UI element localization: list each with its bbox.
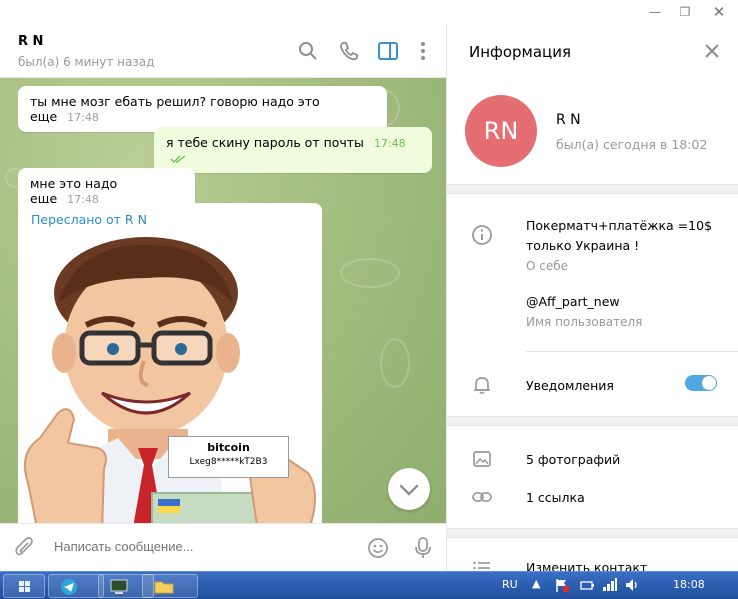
message-outgoing[interactable]: я тебе скину пароль от почты 17:48 xyxy=(154,127,432,173)
language-indicator[interactable]: RU xyxy=(502,578,518,591)
about-text-line2: только Украина ! xyxy=(526,238,640,253)
restore-icon[interactable]: ❐ xyxy=(670,0,700,24)
background-doodle xyxy=(340,258,400,288)
close-window-icon[interactable]: ✕ xyxy=(704,0,734,24)
message-time: 17:48 xyxy=(67,111,99,124)
windows-taskbar: RU ▲ 18:08 xyxy=(0,571,738,599)
message-input[interactable] xyxy=(54,539,334,554)
bell-icon xyxy=(474,377,490,395)
info-icon xyxy=(472,225,492,245)
links-link[interactable]: 1 ссылка xyxy=(526,490,585,505)
chat-area[interactable]: ты мне мозг ебать решил? говорю надо это… xyxy=(0,78,446,523)
show-hidden-icons-icon[interactable]: ▲ xyxy=(532,577,540,590)
chat-title[interactable]: R N xyxy=(18,34,43,49)
forwarded-message[interactable]: Переслано от R N bitcoin Lxeg8*****kT2B3 xyxy=(18,203,322,523)
microphone-icon[interactable] xyxy=(413,536,433,560)
background-doodle xyxy=(380,338,410,388)
notifications-label: Уведомления xyxy=(526,378,614,393)
about-text-line1: Покерматч+платёжка =10$ xyxy=(526,218,713,233)
section-separator xyxy=(447,184,738,194)
taskbar-explorer[interactable] xyxy=(142,574,198,598)
sign-text: Lxeg8*****kT2B3 xyxy=(189,457,268,467)
message-text: я тебе скину пароль от почты xyxy=(166,135,364,150)
more-options-icon[interactable] xyxy=(412,40,434,62)
power-icon[interactable] xyxy=(579,577,595,593)
start-button[interactable] xyxy=(3,574,45,598)
info-title: Информация xyxy=(469,43,572,61)
cartoon-man-sticker xyxy=(24,237,316,523)
sign-title: bitcoin xyxy=(207,441,250,454)
notifications-toggle[interactable] xyxy=(685,375,717,391)
toggle-knob xyxy=(702,376,716,390)
telegram-icon xyxy=(61,579,77,595)
compose-bar xyxy=(0,523,446,571)
profile-status: был(а) сегодня в 18:02 xyxy=(556,137,708,152)
username-label: Имя пользователя xyxy=(526,315,643,329)
phone-icon[interactable] xyxy=(338,40,360,62)
minimize-icon[interactable]: — xyxy=(640,0,670,24)
volume-icon[interactable] xyxy=(624,577,640,593)
chat-header: R N был(а) 6 минут назад xyxy=(0,24,446,78)
read-checkmarks-icon xyxy=(170,154,186,163)
network-icon[interactable] xyxy=(602,577,618,593)
chat-status: был(а) 6 минут назад xyxy=(18,55,155,69)
close-icon[interactable] xyxy=(703,42,721,60)
message-time: 17:48 xyxy=(373,137,406,150)
section-separator xyxy=(447,528,738,538)
folder-icon xyxy=(154,581,174,594)
window-titlebar: — ❐ ✕ xyxy=(0,0,738,24)
username-value[interactable]: @Aff_part_new xyxy=(526,294,620,309)
profile-name: R N xyxy=(556,112,581,128)
scroll-down-button[interactable] xyxy=(388,468,430,510)
photo-icon xyxy=(473,451,491,467)
emoji-icon[interactable] xyxy=(367,537,389,559)
sidebar-toggle-icon[interactable] xyxy=(377,40,399,62)
forwarded-from-label[interactable]: Переслано от R N xyxy=(31,212,147,227)
section-separator xyxy=(447,416,738,426)
taskbar-telegram[interactable] xyxy=(48,574,104,598)
chevron-down-icon xyxy=(399,484,419,496)
avatar[interactable]: RN xyxy=(465,95,537,167)
bitcoin-sign: bitcoin Lxeg8*****kT2B3 xyxy=(168,436,289,478)
divider xyxy=(526,351,738,352)
action-center-flag-icon[interactable] xyxy=(554,577,570,593)
info-panel: Информация RN R N был(а) сегодня в 18:02… xyxy=(447,24,738,575)
link-icon xyxy=(472,492,492,502)
attach-icon[interactable] xyxy=(14,537,36,559)
windows-icon xyxy=(19,581,30,592)
about-label: О себе xyxy=(526,259,569,273)
photos-link[interactable]: 5 фотографий xyxy=(526,452,620,467)
search-icon[interactable] xyxy=(297,40,319,62)
message-incoming[interactable]: ты мне мозг ебать решил? говорю надо это… xyxy=(18,86,387,132)
clock[interactable]: 18:08 xyxy=(673,578,705,591)
